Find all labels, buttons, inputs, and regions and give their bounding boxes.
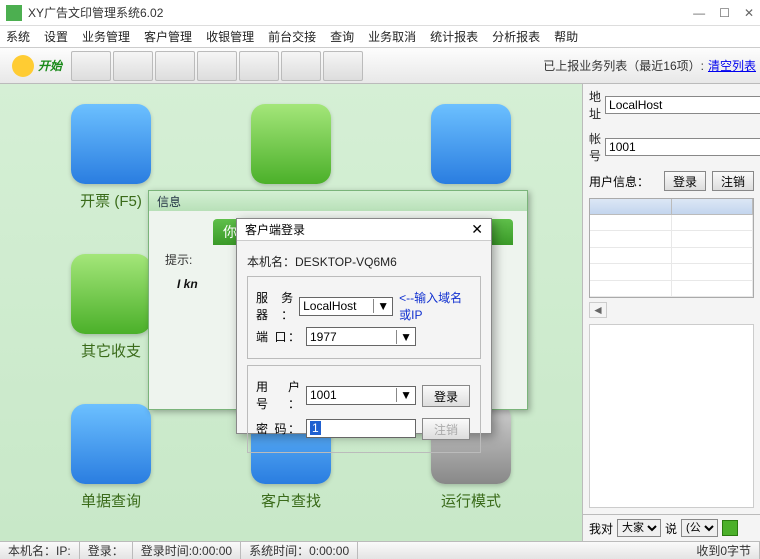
exchange-icon: [71, 254, 151, 334]
pwd-value: 1: [310, 421, 321, 435]
toolbar-btn-7[interactable]: [323, 51, 363, 81]
toolbar: 开始 已上报业务列表（最近16项）: 清空列表: [0, 48, 760, 84]
scroll-left-icon[interactable]: ◄: [589, 302, 607, 318]
tile-bill-query[interactable]: 单据查询: [41, 404, 181, 534]
status-user: 登录：: [80, 542, 133, 559]
printer-icon: [71, 104, 151, 184]
menu-analysis[interactable]: 分析报表: [492, 28, 540, 45]
menu-business[interactable]: 业务管理: [82, 28, 130, 45]
toolbar-btn-6[interactable]: [281, 51, 321, 81]
info-iknow-text: I kn: [177, 277, 198, 291]
menu-query[interactable]: 查询: [330, 28, 354, 45]
chevron-down-icon: ▼: [396, 330, 412, 344]
addr-label: 地址: [589, 88, 601, 122]
server-value: LocalHost: [303, 299, 356, 313]
menu-system[interactable]: 系统: [6, 28, 30, 45]
mode-combo[interactable]: (公: [681, 519, 718, 537]
tile-icon: [251, 104, 331, 184]
tile-label: 客户查找: [261, 490, 321, 511]
history-bar: 已上报业务列表（最近16项）: 清空列表: [543, 57, 756, 74]
login-dialog-title: 客户端登录: [245, 221, 471, 238]
chevron-down-icon: ▼: [373, 299, 389, 313]
acct-label: 帐号: [589, 130, 601, 164]
login-button[interactable]: 登录: [422, 385, 470, 407]
user-value: 1001: [310, 388, 337, 402]
acct-input[interactable]: [605, 138, 760, 156]
tile-label: 单据查询: [81, 490, 141, 511]
me-label: 我对: [589, 520, 613, 537]
status-sys-time: 系统时间：0:00:00: [241, 542, 358, 559]
user-grid[interactable]: [589, 198, 754, 298]
info-dialog-title: 信息: [149, 191, 527, 211]
start-button[interactable]: 开始: [4, 55, 70, 77]
window-title: XY广告文印管理系统6.02: [28, 4, 693, 21]
maximize-button[interactable]: ☐: [719, 6, 730, 20]
workarea: 开票 (F5) 其它收支 单据查询 客户查找 运行模式 信息 你 提示: I k…: [0, 84, 582, 541]
toolbar-btn-2[interactable]: [113, 51, 153, 81]
start-label: 开始: [38, 57, 62, 74]
menu-settings[interactable]: 设置: [44, 28, 68, 45]
userinfo-label: 用户信息：: [589, 173, 658, 190]
history-label: 已上报业务列表（最近16项）:: [543, 57, 704, 74]
server-fieldset: 服务器： LocalHost ▼ <--输入域名或IP 端 口： 1977 ▼: [247, 276, 481, 359]
port-value: 1977: [310, 330, 337, 344]
status-recv: 收到0字节: [688, 542, 760, 559]
login-dialog: 客户端登录 ✕ 本机名：DESKTOP-VQ6M6 服务器： LocalHost…: [236, 218, 492, 434]
port-combo[interactable]: 1977 ▼: [306, 327, 416, 346]
server-hint: <--输入域名或IP: [399, 289, 472, 323]
chat-area: [589, 324, 754, 508]
titlebar: XY广告文印管理系统6.02 — ☐ ✕: [0, 0, 760, 26]
menu-help[interactable]: 帮助: [554, 28, 578, 45]
user-fieldset: 用户号： 1001 ▼ 登录 密 码： 1 注销: [247, 365, 481, 453]
addr-input[interactable]: [605, 96, 760, 114]
app-icon: [6, 5, 22, 21]
host-label: 本机名：: [247, 255, 295, 269]
menu-stats[interactable]: 统计报表: [430, 28, 478, 45]
server-combo[interactable]: LocalHost ▼: [299, 297, 393, 316]
pwd-input[interactable]: 1: [306, 419, 416, 438]
toolbar-btn-1[interactable]: [71, 51, 111, 81]
minimize-button[interactable]: —: [693, 6, 705, 20]
port-label: 端 口：: [256, 328, 300, 345]
toolbar-btn-5[interactable]: [239, 51, 279, 81]
start-icon: [12, 55, 34, 77]
close-button[interactable]: ✕: [744, 6, 754, 20]
side-panel: 地址 端口 帐号 密码 用户信息： 登录 注销 ◄ 我对 大家: [582, 84, 760, 541]
user-label: 用户号：: [256, 378, 300, 412]
side-login-button[interactable]: 登录: [664, 171, 706, 191]
tile-label: 运行模式: [441, 490, 501, 511]
statusbar: 本机名：IP: 登录： 登录时间:0:00:00 系统时间：0:00:00 收到…: [0, 541, 760, 559]
status-host: 本机名：IP:: [0, 542, 80, 559]
menubar: 系统 设置 业务管理 客户管理 收银管理 前台交接 查询 业务取消 统计报表 分…: [0, 26, 760, 48]
say-label: 说: [665, 520, 677, 537]
tile-label: 开票 (F5): [80, 190, 142, 211]
user-combo[interactable]: 1001 ▼: [306, 386, 416, 405]
info-tip-label: 提示:: [165, 251, 192, 268]
status-login-time: 登录时间:0:00:00: [133, 542, 241, 559]
menu-cancel[interactable]: 业务取消: [368, 28, 416, 45]
target-combo[interactable]: 大家: [617, 519, 661, 537]
chevron-down-icon: ▼: [396, 388, 412, 402]
logout-button: 注销: [422, 418, 470, 440]
server-label: 服务器：: [256, 289, 293, 323]
side-logout-button[interactable]: 注销: [712, 171, 754, 191]
host-value: DESKTOP-VQ6M6: [295, 255, 397, 269]
tile-icon: [431, 104, 511, 184]
login-close-icon[interactable]: ✕: [471, 221, 483, 238]
menu-customer[interactable]: 客户管理: [144, 28, 192, 45]
toolbar-btn-3[interactable]: [155, 51, 195, 81]
menu-handover[interactable]: 前台交接: [268, 28, 316, 45]
pwd-label: 密 码：: [256, 420, 300, 437]
clear-list-link[interactable]: 清空列表: [708, 57, 756, 74]
magnifier-icon: [71, 404, 151, 484]
toolbar-btn-4[interactable]: [197, 51, 237, 81]
menu-cashier[interactable]: 收银管理: [206, 28, 254, 45]
send-button[interactable]: [722, 520, 738, 536]
tile-label: 其它收支: [81, 340, 141, 361]
